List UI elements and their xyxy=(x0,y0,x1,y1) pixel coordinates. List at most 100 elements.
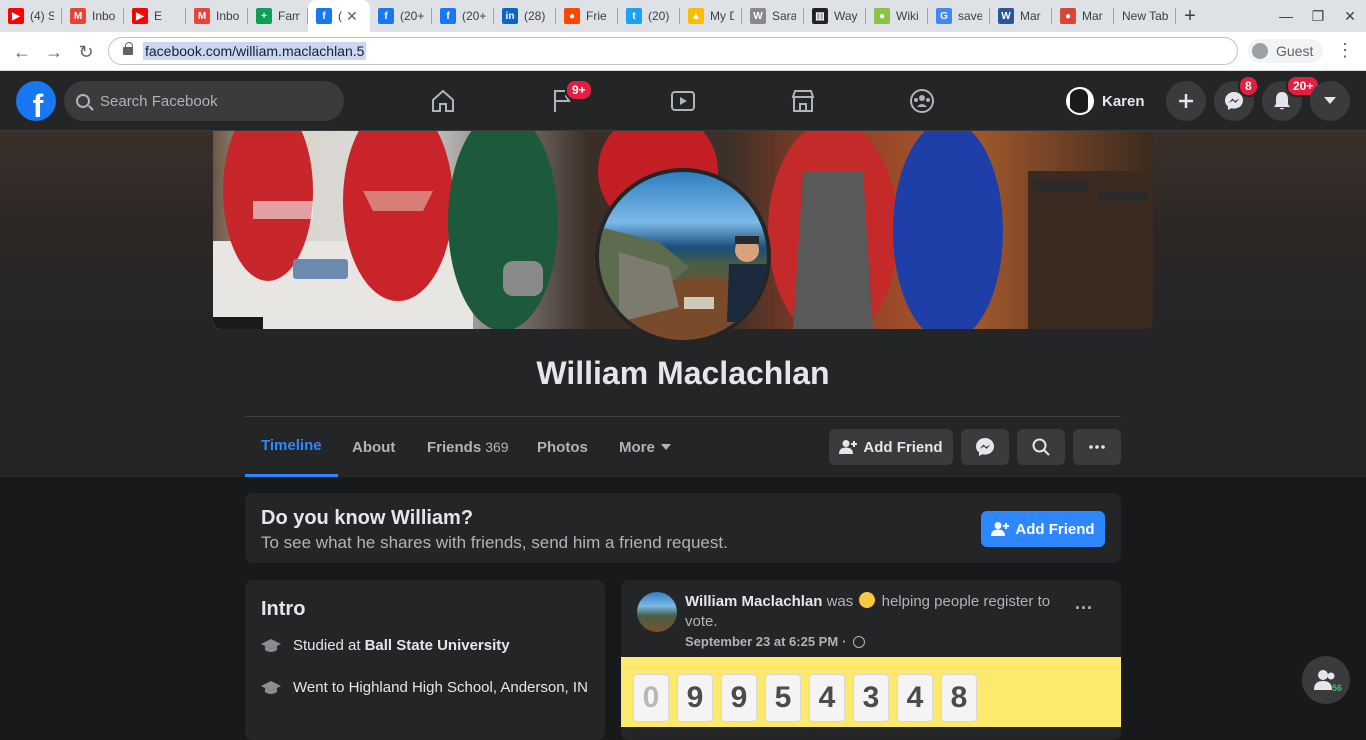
gmail-icon: M xyxy=(194,8,210,24)
address-bar[interactable]: facebook.com/william.maclachlan.5 xyxy=(108,37,1238,65)
post-was: was xyxy=(826,593,854,610)
url-text[interactable]: facebook.com/william.maclachlan.5 xyxy=(143,42,367,60)
browser-tab[interactable]: New Tab xyxy=(1114,0,1176,32)
post-date: September 23 at 6:25 PM xyxy=(685,634,839,649)
intro-title: Intro xyxy=(261,598,306,620)
search-icon xyxy=(1032,438,1050,456)
minimize-icon[interactable]: — xyxy=(1270,0,1302,32)
emoji-icon xyxy=(859,592,876,608)
profile-label: Guest xyxy=(1276,43,1314,59)
browser-tab[interactable]: ● Wiki xyxy=(866,0,928,32)
counter-digit: 3 xyxy=(853,674,889,722)
browser-tab[interactable]: t (20) xyxy=(618,0,680,32)
pages-nav[interactable]: 9+ xyxy=(507,71,619,131)
user-profile-link[interactable]: Karen xyxy=(1066,83,1145,119)
post-timestamp[interactable]: September 23 at 6:25 PM · xyxy=(685,634,865,649)
browser-tab-title: Wiki xyxy=(896,9,919,23)
graduation-cap-icon xyxy=(261,638,281,652)
browser-tab[interactable]: M Inbo xyxy=(186,0,248,32)
close-tab-icon[interactable]: ✕ xyxy=(346,8,358,25)
browser-tab[interactable]: W Sara xyxy=(742,0,804,32)
reload-icon[interactable]: ↻ xyxy=(74,40,98,64)
post-author-avatar[interactable] xyxy=(637,592,677,632)
browser-tab[interactable]: ● Frie xyxy=(556,0,618,32)
marketplace-nav[interactable] xyxy=(747,71,859,131)
add-friend-primary-button[interactable]: Add Friend xyxy=(981,511,1105,547)
browser-tab-title: Frie xyxy=(586,9,607,23)
google-icon: G xyxy=(936,8,952,24)
profile-button[interactable]: Guest xyxy=(1248,39,1324,63)
post-options-icon[interactable]: ··· xyxy=(1075,598,1093,619)
browser-tab[interactable]: in (28) xyxy=(494,0,556,32)
marketplace-icon xyxy=(791,90,815,112)
search-placeholder: Search Facebook xyxy=(100,92,218,110)
search-input[interactable]: Search Facebook xyxy=(64,81,344,121)
message-button[interactable] xyxy=(961,429,1009,465)
browser-tab[interactable]: + Fam xyxy=(248,0,308,32)
new-tab-button[interactable]: + xyxy=(1176,5,1204,28)
browser-tab-title: ( xyxy=(338,9,342,23)
tab-more[interactable]: More xyxy=(603,417,687,477)
browser-tab[interactable]: f (20+ xyxy=(370,0,432,32)
create-button[interactable] xyxy=(1166,81,1206,121)
friend-request-card: Do you know William? To see what he shar… xyxy=(245,493,1121,563)
browser-tab[interactable]: W Mar xyxy=(990,0,1052,32)
caret-down-icon xyxy=(660,444,671,450)
forward-icon[interactable]: → xyxy=(42,40,66,64)
groups-nav[interactable] xyxy=(866,71,978,131)
home-nav[interactable] xyxy=(387,71,499,131)
profile-picture-image xyxy=(599,227,767,340)
messenger-icon xyxy=(976,438,994,456)
caret-down-icon xyxy=(1324,97,1336,104)
tab-timeline[interactable]: Timeline xyxy=(245,417,338,477)
contacts-count: 56 xyxy=(1331,683,1342,693)
browser-tab-title: (20) xyxy=(648,9,670,23)
nyt-icon: ▥ xyxy=(812,8,828,24)
new-message-button[interactable]: 56 xyxy=(1302,656,1350,704)
watch-nav[interactable] xyxy=(627,71,739,131)
profile-search-button[interactable] xyxy=(1017,429,1065,465)
search-icon xyxy=(76,94,90,108)
counter-digit: 9 xyxy=(721,674,757,722)
facebook-logo-icon[interactable]: f xyxy=(16,81,56,121)
profile-picture[interactable] xyxy=(595,168,771,344)
browser-tab[interactable]: Gsave xyxy=(928,0,990,32)
add-friend-icon xyxy=(991,522,1010,536)
sheets-icon: + xyxy=(256,8,272,24)
account-menu-button[interactable] xyxy=(1310,81,1350,121)
back-icon[interactable]: ← xyxy=(10,40,34,64)
add-friend-button[interactable]: Add Friend xyxy=(829,429,953,465)
browser-tab-title: E xyxy=(154,9,163,23)
more-options-button[interactable] xyxy=(1073,429,1121,465)
browser-tab-title: My D xyxy=(710,9,734,23)
browser-tab[interactable]: ▶ (4) S xyxy=(0,0,62,32)
tab-friends[interactable]: Friends 369 xyxy=(411,417,525,477)
facebook-icon: f xyxy=(440,8,456,24)
groups-icon xyxy=(910,89,934,113)
browser-tab[interactable]: f (20+ xyxy=(432,0,494,32)
pages-badge: 9+ xyxy=(565,79,593,101)
browser-tab[interactable]: M Inbo xyxy=(62,0,124,32)
tab-photos[interactable]: Photos xyxy=(521,417,604,477)
browser-tab[interactable]: ▥ Way xyxy=(804,0,866,32)
messenger-badge: 8 xyxy=(1238,75,1259,97)
post-date-separator: · xyxy=(842,634,847,649)
intro-item: Studied at Ball State University xyxy=(261,637,510,654)
browser-tab[interactable]: ● Mar xyxy=(1052,0,1114,32)
browser-tab-title: (4) S xyxy=(30,9,54,23)
tab-about[interactable]: About xyxy=(336,417,411,477)
restore-icon[interactable]: ❐ xyxy=(1302,0,1334,32)
post-author[interactable]: William Maclachlan xyxy=(685,593,822,610)
close-window-icon[interactable]: ✕ xyxy=(1334,0,1366,32)
intro-item-school[interactable]: Ball State University xyxy=(365,637,510,654)
add-friend-primary-label: Add Friend xyxy=(1015,520,1095,538)
browser-menu-icon[interactable]: ⋮ xyxy=(1336,40,1354,61)
wikipedia-icon: W xyxy=(750,8,766,24)
linkedin-icon: in xyxy=(502,8,518,24)
browser-tab[interactable]: ▲ My D xyxy=(680,0,742,32)
browser-tab[interactable]: ▶ E xyxy=(124,0,186,32)
chrome-icon: ● xyxy=(1060,8,1076,24)
counter-digit: 4 xyxy=(897,674,933,722)
plus-icon xyxy=(1179,94,1193,108)
browser-tab[interactable]: f (✕ xyxy=(308,0,370,32)
